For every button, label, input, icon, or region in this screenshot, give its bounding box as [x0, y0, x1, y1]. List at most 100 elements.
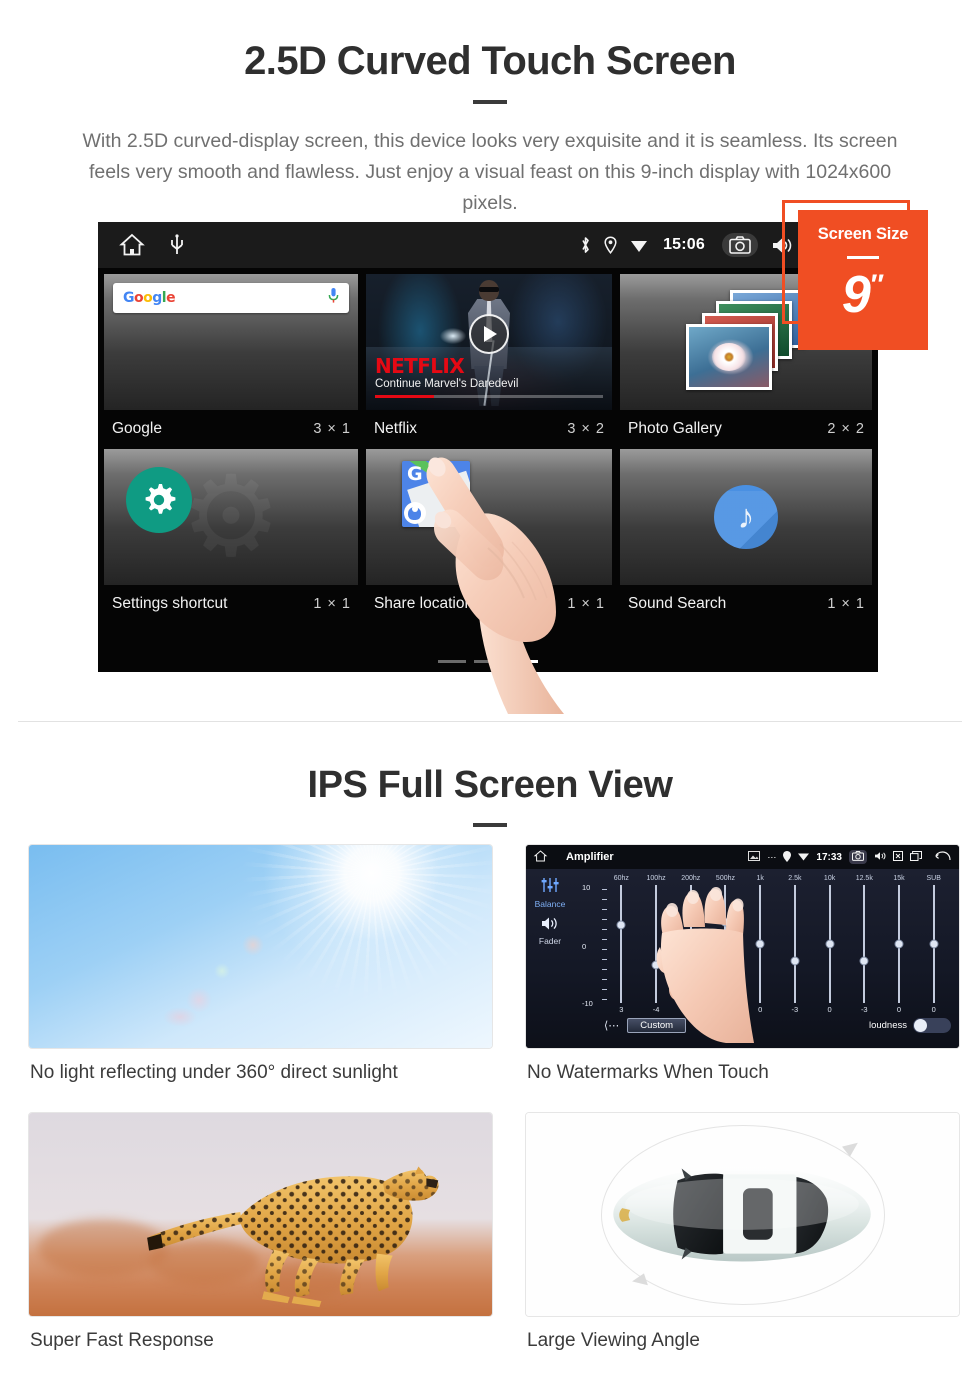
widget-name: Google [112, 420, 162, 437]
page-dot-3-active[interactable] [510, 660, 538, 663]
badge-unit: ″ [870, 268, 885, 300]
page-indicator[interactable] [438, 660, 538, 663]
music-note-icon[interactable]: ♪ [713, 485, 778, 549]
volume-icon[interactable] [874, 851, 886, 863]
speaker-icon[interactable] [526, 916, 574, 936]
section-two-underline [473, 823, 507, 827]
widget-row-1: Google Google 3 × 1 NETFLIX Continue Mar… [104, 274, 872, 449]
balance-label[interactable]: Balance [526, 899, 574, 909]
usb-icon [170, 234, 184, 256]
sound-search-widget[interactable]: ♪ [620, 449, 872, 585]
widget-google[interactable]: Google Google 3 × 1 [104, 274, 358, 449]
widget-meta: Sound Search 1 × 1 [620, 585, 872, 624]
location-icon [604, 236, 617, 255]
sunny-sky-photo [28, 844, 493, 1049]
widget-meta: Photo Gallery 2 × 2 [620, 410, 872, 449]
widget-name: Sound Search [628, 595, 727, 612]
widget-name: Settings shortcut [112, 595, 228, 612]
google-logo: Google [123, 290, 176, 306]
amplifier-clock: 17:33 [816, 851, 842, 863]
settings-gear-icon[interactable] [126, 467, 192, 533]
more-dots-icon: ⋯ [767, 851, 777, 862]
section-two-title: IPS Full Screen View [307, 764, 673, 806]
page-title: 2.5D Curved Touch Screen [244, 39, 736, 83]
widget-name: Photo Gallery [628, 420, 722, 437]
widget-size: 1 × 1 [567, 596, 605, 612]
camera-icon[interactable] [849, 850, 867, 864]
amplifier-screen: Amplifier ⋯ 17:33 Balance Fader 60hz 100… [526, 845, 959, 1048]
fader-label[interactable]: Fader [526, 936, 574, 946]
widget-size: 3 × 2 [567, 421, 605, 437]
eq-slider-10k[interactable] [812, 885, 847, 1003]
widget-meta: Google 3 × 1 [104, 410, 358, 449]
settings-shortcut-widget[interactable]: ⚙ [104, 449, 358, 585]
eq-slider-60hz[interactable] [604, 885, 639, 1003]
touching-hand-illustration [656, 887, 754, 1043]
curved-screen-section: 2.5D Curved Touch Screen With 2.5D curve… [0, 0, 980, 722]
eq-slider-2.5k[interactable] [778, 885, 813, 1003]
home-icon[interactable] [533, 850, 548, 864]
share-location-widget[interactable]: G [365, 449, 612, 585]
feature-tile-watermarks: Amplifier ⋯ 17:33 Balance Fader 60hz 100… [525, 844, 960, 1102]
device-screenshot: 15:06 Google Google 3 × 1 NETFLIX Contin… [98, 222, 878, 672]
camera-icon[interactable] [722, 233, 758, 257]
axis-label-top: 10 [582, 883, 591, 892]
band-value: -3 [791, 1005, 799, 1014]
eq-slider-12.5k[interactable] [847, 885, 882, 1003]
loudness-control[interactable]: loudness [869, 1018, 951, 1033]
loudness-label: loudness [868, 1020, 907, 1031]
play-button-icon[interactable] [468, 313, 509, 354]
axis-label-bottom: -10 [582, 999, 593, 1008]
google-maps-icon[interactable]: G [401, 461, 470, 527]
netflix-widget[interactable]: NETFLIX Continue Marvel's Daredevil [365, 274, 612, 410]
feature-tile-sunlight: No light reflecting under 360° direct su… [28, 844, 493, 1102]
page-dot-1[interactable] [438, 660, 466, 663]
back-arrow-icon[interactable]: ⟨⋯ [604, 1019, 619, 1032]
android-home-screen: 15:06 Google Google 3 × 1 NETFLIX Contin… [98, 222, 878, 672]
wifi-icon [798, 852, 810, 863]
home-icon[interactable] [119, 233, 145, 256]
widget-meta: Settings shortcut 1 × 1 [104, 585, 358, 624]
badge-number: 9 [841, 266, 871, 324]
amplifier-title: Amplifier [566, 851, 614, 863]
loudness-toggle[interactable] [913, 1018, 951, 1033]
sun-rays [221, 845, 492, 1024]
widget-size: 2 × 2 [827, 421, 865, 437]
feature-tile-response: Super Fast Response [28, 1112, 493, 1370]
widget-name: Netflix [373, 420, 418, 437]
android-status-bar: 15:06 [98, 222, 878, 268]
feature-tile-viewing-angle: Large Viewing Angle [525, 1112, 960, 1370]
band-value: 0 [931, 1005, 936, 1014]
google-search-bar[interactable]: Google [113, 283, 349, 313]
widget-sound-search[interactable]: ♪ Sound Search 1 × 1 [620, 449, 872, 624]
widget-size: 3 × 1 [313, 421, 351, 437]
cheetah-illustration [147, 1166, 439, 1308]
headlight-glow [439, 328, 466, 345]
microphone-icon[interactable] [328, 287, 339, 309]
tile-caption: No light reflecting under 360° direct su… [30, 1062, 398, 1083]
recent-apps-icon[interactable] [910, 851, 922, 863]
ips-section: IPS Full Screen View No light reflecting… [0, 722, 980, 1394]
widget-share-location[interactable]: G Share location 1 × 1 [365, 449, 612, 624]
widget-size: 1 × 1 [827, 596, 865, 612]
eq-slider-15k[interactable] [882, 885, 917, 1003]
netflix-preview: NETFLIX Continue Marvel's Daredevil [365, 274, 612, 410]
lens-flare [214, 962, 231, 979]
band-freq: 2.5k [788, 875, 802, 882]
widget-settings-shortcut[interactable]: ⚙ Settings shortcut 1 × 1 [104, 449, 358, 624]
tile-caption: Super Fast Response [30, 1330, 214, 1351]
running-cheetah-photo [28, 1112, 493, 1317]
back-arrow-icon[interactable] [935, 851, 951, 863]
gallery-icon [748, 851, 761, 863]
eq-slider-sub[interactable] [916, 885, 951, 1003]
google-search-widget[interactable]: Google [104, 274, 358, 410]
page-dot-2[interactable] [474, 660, 502, 663]
sliders-icon[interactable] [526, 877, 574, 898]
equalizer-panel: 60hz 100hz 200hz 500hz 1k 2.5k 10k 12.5k… [574, 869, 959, 1048]
photo-frame-front [685, 324, 772, 390]
location-icon [783, 850, 792, 864]
close-box-icon[interactable] [893, 851, 903, 863]
widget-netflix[interactable]: NETFLIX Continue Marvel's Daredevil Netf… [365, 274, 612, 449]
amplifier-status-bar: Amplifier ⋯ 17:33 [526, 845, 959, 869]
widget-meta: Share location 1 × 1 [366, 585, 612, 624]
